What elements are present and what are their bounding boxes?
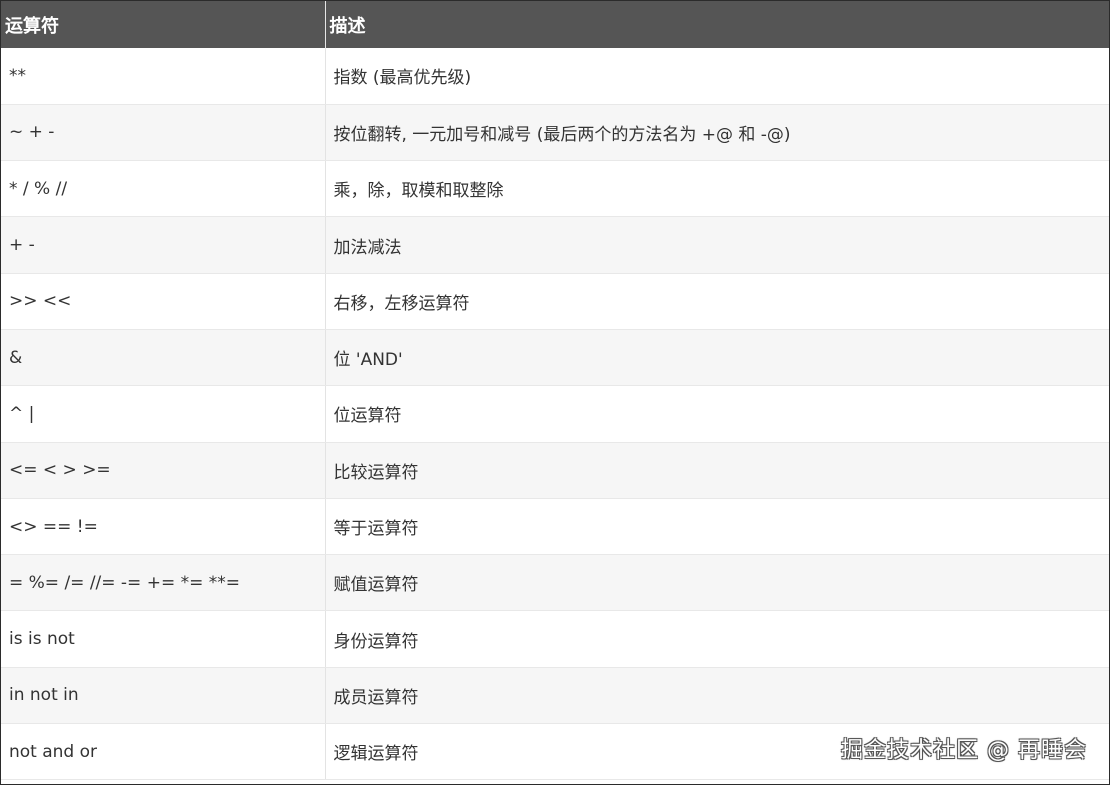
operator-cell: * / % //: [1, 160, 326, 218]
operator-precedence-table: 运算符 描述 ** 指数 (最高优先级) ~ + - 按位翻转, 一元加号和减号…: [1, 1, 1109, 781]
operator-cell: in not in: [1, 667, 326, 725]
watermark-text: 掘金技术社区 @ 再睡会: [841, 738, 1087, 763]
operator-cell: ~ + -: [1, 104, 326, 162]
description-cell: 指数 (最高优先级): [325, 48, 1109, 105]
description-cell: 位 'AND': [325, 329, 1109, 387]
header-operator: 运算符: [1, 1, 326, 48]
description-cell: 赋值运算符: [325, 554, 1109, 612]
table-row: ** 指数 (最高优先级): [1, 48, 1109, 105]
header-description: 描述: [325, 1, 1109, 48]
table-row: is is not 身份运算符: [1, 610, 1109, 668]
operator-cell: + -: [1, 216, 326, 274]
operator-cell: is is not: [1, 610, 326, 668]
table-row: * / % // 乘，除，取模和取整除: [1, 160, 1109, 218]
table-row: & 位 'AND': [1, 329, 1109, 387]
description-cell: 身份运算符: [325, 610, 1109, 668]
table-row: >> << 右移，左移运算符: [1, 273, 1109, 330]
description-cell: 右移，左移运算符: [325, 273, 1109, 330]
table-body: ** 指数 (最高优先级) ~ + - 按位翻转, 一元加号和减号 (最后两个的…: [1, 48, 1109, 781]
table-row: ^ | 位运算符: [1, 385, 1109, 443]
description-cell: 位运算符: [325, 385, 1109, 443]
table-row: in not in 成员运算符: [1, 667, 1109, 725]
table-row: <= < > >= 比较运算符: [1, 442, 1109, 499]
description-cell: 按位翻转, 一元加号和减号 (最后两个的方法名为 +@ 和 -@): [325, 104, 1109, 162]
description-cell: 比较运算符: [325, 442, 1109, 499]
description-cell: 等于运算符: [325, 498, 1109, 556]
operator-cell: ^ |: [1, 385, 326, 443]
operator-cell: <> == !=: [1, 498, 326, 556]
operator-cell: = %= /= //= -= += *= **=: [1, 554, 326, 612]
operator-cell: >> <<: [1, 273, 326, 330]
operator-cell: **: [1, 48, 326, 105]
operator-cell: <= < > >=: [1, 442, 326, 499]
table-row: + - 加法减法: [1, 216, 1109, 274]
description-cell: 成员运算符: [325, 667, 1109, 725]
table-row: ~ + - 按位翻转, 一元加号和减号 (最后两个的方法名为 +@ 和 -@): [1, 104, 1109, 162]
table-row: = %= /= //= -= += *= **= 赋值运算符: [1, 554, 1109, 612]
operator-cell: not and or: [1, 723, 326, 781]
description-cell: 加法减法: [325, 216, 1109, 274]
operator-precedence-table-frame: 运算符 描述 ** 指数 (最高优先级) ~ + - 按位翻转, 一元加号和减号…: [0, 0, 1110, 785]
header-row: 运算符 描述: [1, 1, 1109, 48]
operator-cell: &: [1, 329, 326, 387]
table-row: <> == != 等于运算符: [1, 498, 1109, 556]
description-cell: 乘，除，取模和取整除: [325, 160, 1109, 218]
table-header: 运算符 描述: [1, 1, 1109, 48]
